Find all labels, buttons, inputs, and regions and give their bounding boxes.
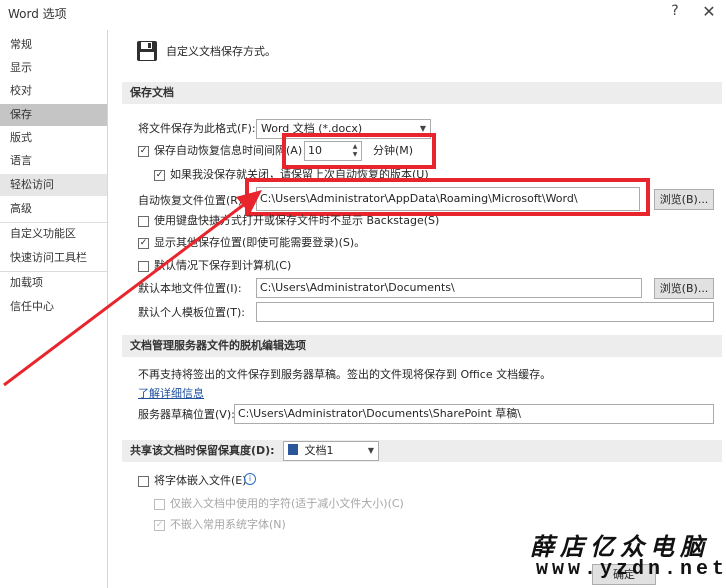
annotation-arrow	[3, 190, 262, 387]
annotation-arrow-head	[236, 190, 262, 214]
watermark-text: 薛店亿众电脑	[530, 532, 710, 561]
annotation-arrow-shaft	[3, 198, 251, 387]
watermark-url: www.yzdn.net	[536, 558, 726, 581]
